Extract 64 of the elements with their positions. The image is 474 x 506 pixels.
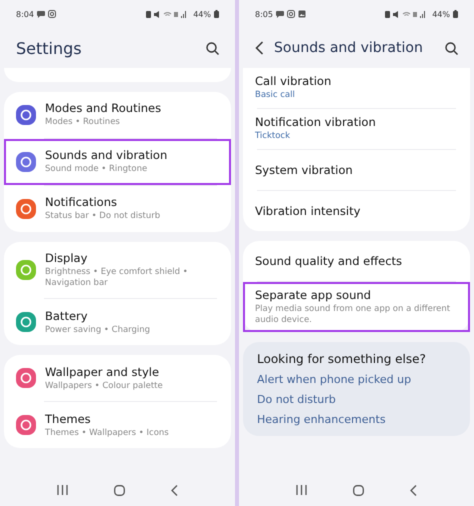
item-subtitle: Modes • Routines [45,117,121,129]
settings-item[interactable]: Sounds and vibration Sound mode • Ringtone [4,139,231,185]
suggestions-title: Looking for something else? [257,352,427,366]
screen-title: Sounds and vibration [274,40,423,56]
item-title: Modes and Routines [45,101,162,116]
suggestion-link[interactable]: Do not disturb [257,393,456,406]
suggestion-link[interactable]: Alert when phone picked up [257,373,456,386]
item-title: Notification vibration [255,115,376,130]
item-title: Battery [45,308,89,323]
item-subtitle: Power saving • Charging [45,324,150,336]
status-time: 8:04 [16,10,34,18]
item-subtitle: Brightness • Eye comfort shield • Navigation bar [45,267,189,290]
item-title: Sound quality and effects [255,254,402,268]
suggestion-link[interactable]: Hearing enhancements [257,413,456,426]
item-subtitle: Basic call [255,90,296,102]
chat-icon [276,10,284,18]
back-icon[interactable] [255,41,264,55]
item-title: Themes [45,412,92,426]
item-title: Sounds and vibration [45,148,168,162]
battery-percentage: 44% [432,10,450,18]
settings-item[interactable]: Vibration intensity [243,191,470,231]
camera-icon [286,10,295,18]
item-title: Wallpaper and style [45,364,160,379]
battery-icon [453,10,458,18]
settings-item[interactable]: Call vibration Basic call [243,68,470,108]
recents-icon[interactable] [57,485,68,495]
settings-item[interactable]: Modes and Routines Modes • Routines [4,92,231,138]
item-subtitle: Status bar • Do not disturb [45,211,160,223]
item-title: System vibration [255,163,353,177]
item-subtitle: Wallpapers • Colour palette [45,380,163,392]
item-title: Call vibration [255,74,332,88]
item-subtitle: Sound mode • Ringtone [45,164,148,176]
settings-item[interactable]: Separate app sound Play media sound from one app on a different audio device. [243,282,470,332]
home-icon[interactable] [353,484,364,496]
search-icon[interactable] [206,42,219,54]
image-icon [298,10,306,18]
recents-icon[interactable] [296,485,307,495]
item-subtitle: Play media sound from one app on a different audio device. [255,304,452,326]
camera-icon [48,10,56,18]
item-title: Separate app sound [255,288,372,302]
item-title: Display [45,251,88,265]
chat-icon [36,10,45,18]
settings-item[interactable]: System vibration [243,150,470,190]
settings-item[interactable]: Battery Power saving • Charging [4,299,231,346]
item-title: Vibration intensity [255,204,360,218]
item-subtitle: Ticktock [255,131,292,143]
home-icon[interactable] [114,484,125,496]
back-icon[interactable] [171,484,178,496]
status-icons [146,10,188,18]
search-icon[interactable] [445,42,458,54]
item-subtitle: Themes • Wallpapers • Icons [45,428,169,439]
settings-item[interactable]: Sound quality and effects [243,241,470,281]
status-icons [385,10,428,18]
settings-item[interactable]: Notification vibration Ticktock [243,109,470,149]
settings-item[interactable]: Themes Themes • Wallpapers • Icons [4,402,231,448]
item-title: Notifications [45,195,118,210]
settings-item[interactable]: Notifications Status bar • Do not disturb [4,186,231,232]
settings-item[interactable]: Display Brightness • Eye comfort shield • Navigation bar [4,242,231,298]
battery-icon [214,10,219,18]
settings-item[interactable]: Wallpaper and style Wallpapers • Colour palette [4,355,231,402]
status-time: 8:05 [255,10,273,18]
back-icon[interactable] [410,484,417,496]
battery-percentage: 44% [193,10,211,18]
screen-title: Settings [16,38,82,58]
